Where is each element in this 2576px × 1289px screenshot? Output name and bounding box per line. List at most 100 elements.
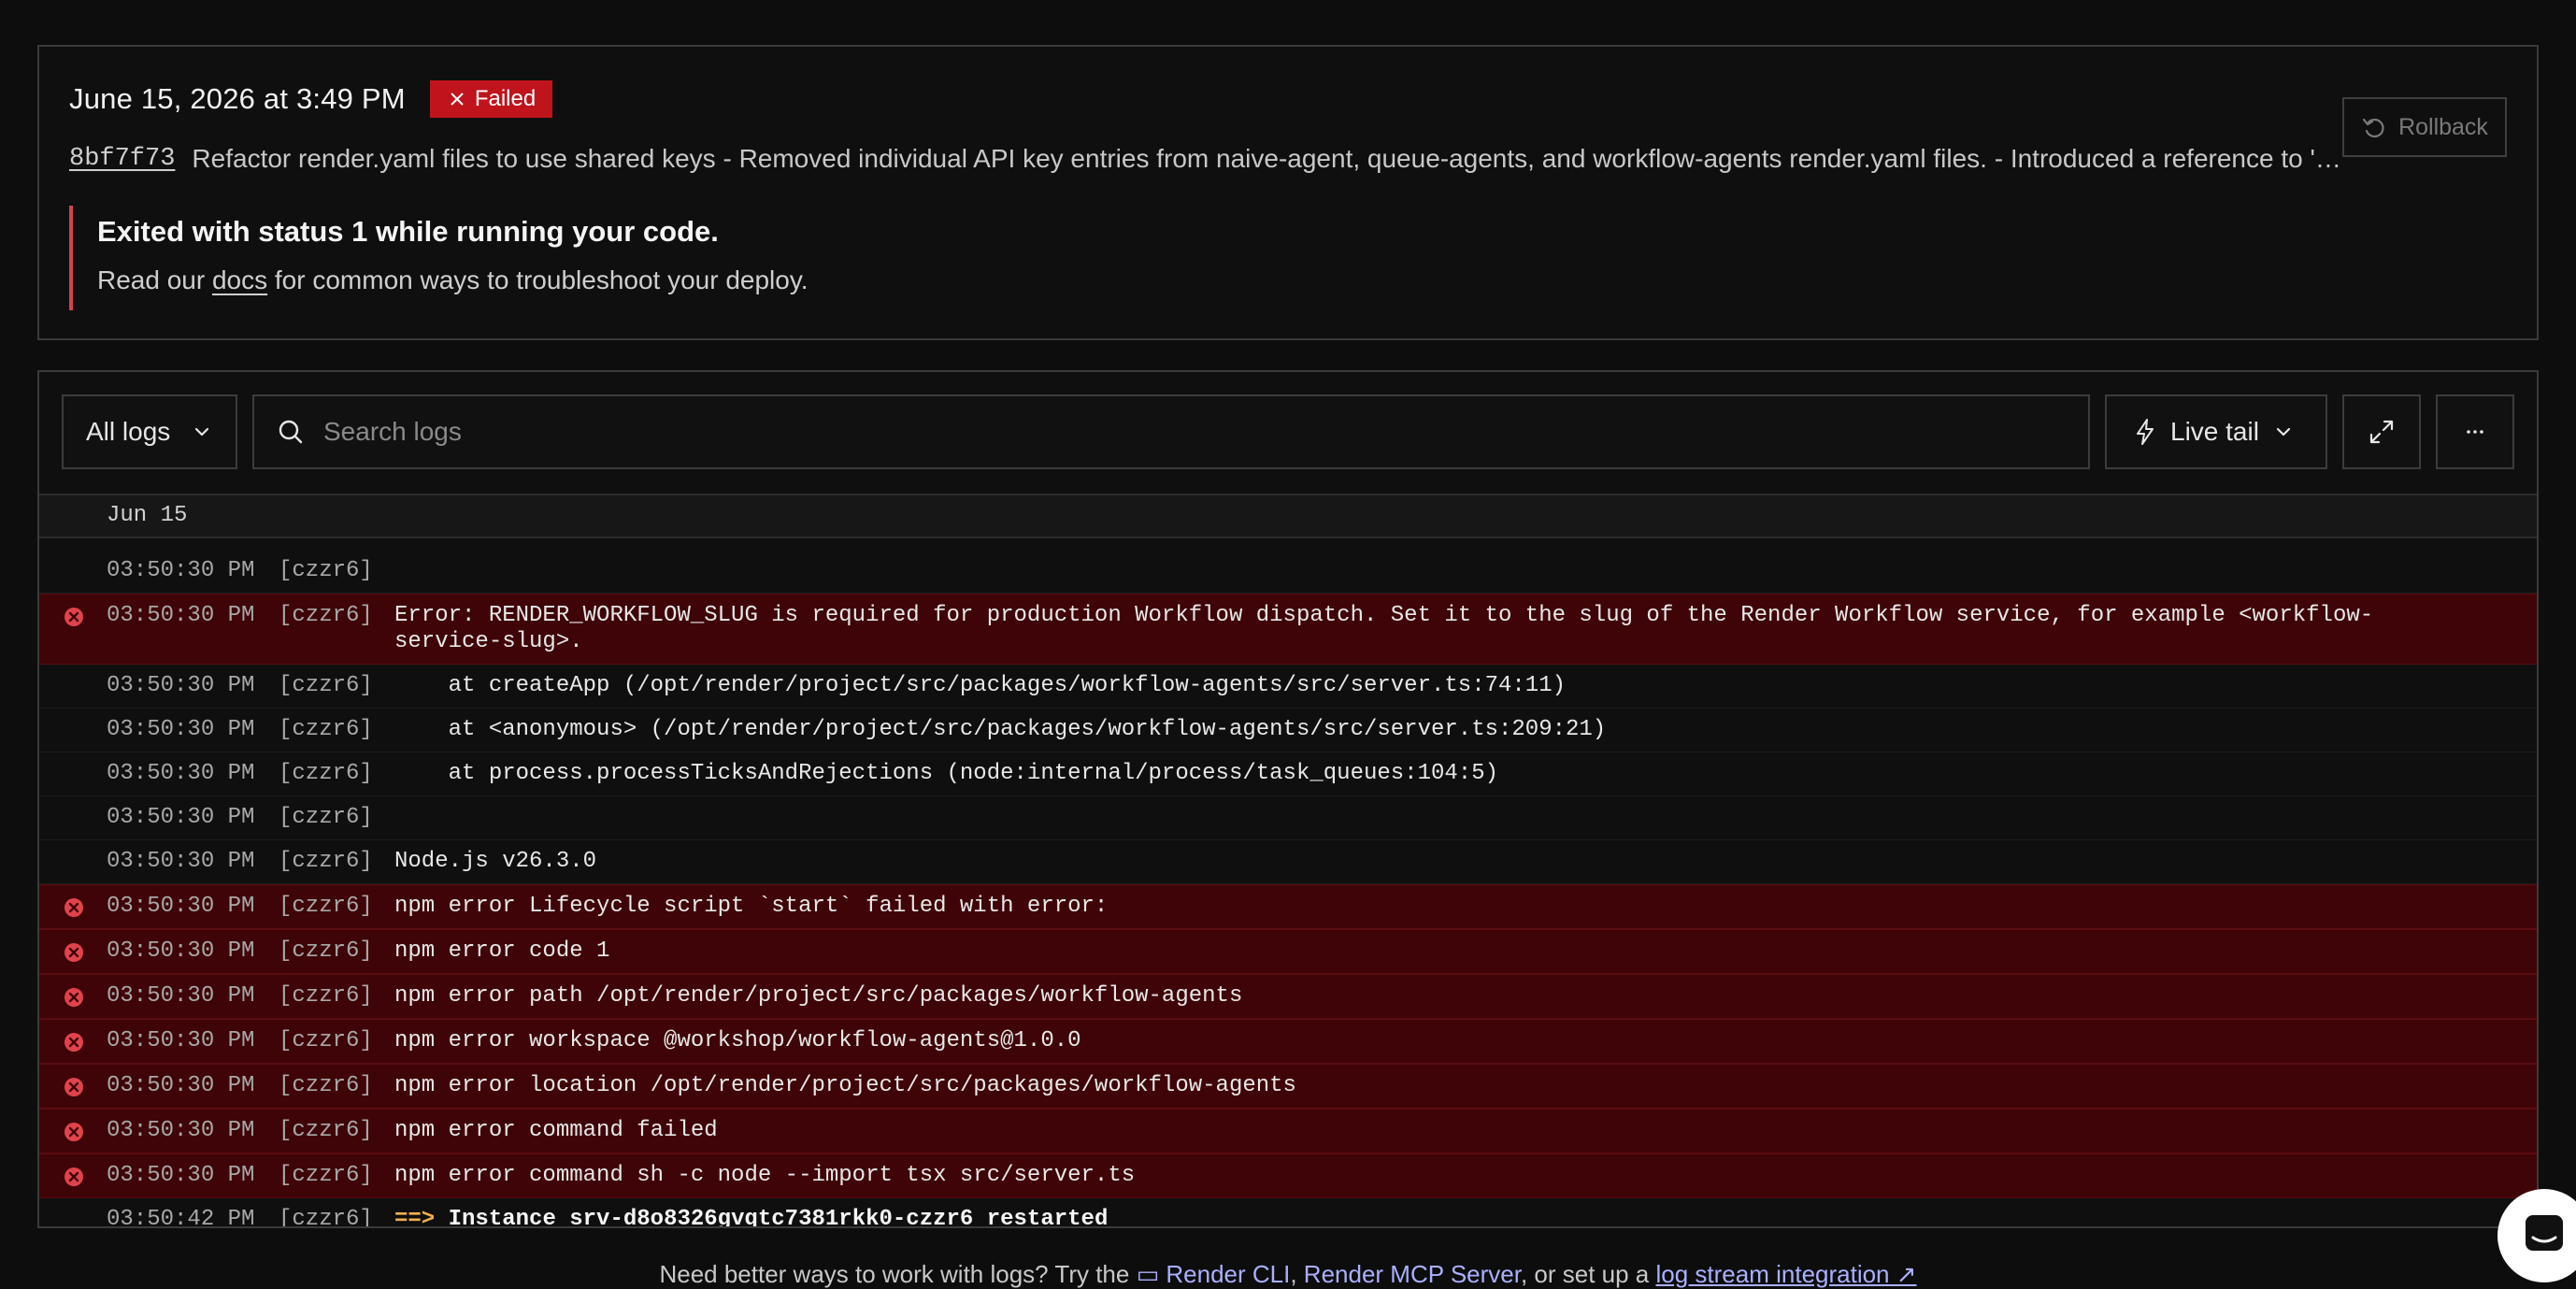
log-row-error: 03:50:30 PM [czzr6] npm error workspace @w… — [39, 1019, 2537, 1064]
deploy-date: June 15, 2026 at 3:49 PM — [69, 82, 406, 115]
log-timestamp: 03:50:30 PM — [107, 1028, 255, 1053]
log-instance: [czzr6] — [279, 983, 373, 1009]
footer-note: Need better ways to work with logs? Try … — [0, 1260, 2576, 1289]
log-message-text: npm error command sh -c node --import ts… — [394, 1163, 1136, 1188]
chevron-down-icon — [2276, 427, 2291, 437]
log-timestamp: 03:50:30 PM — [107, 761, 255, 786]
log-filter-label: All logs — [86, 417, 171, 446]
log-row-error: 03:50:30 PM [czzr6] npm error path /opt/re… — [39, 974, 2537, 1019]
log-message-text: npm error command failed — [394, 1118, 718, 1143]
log-message-text: npm error code 1 — [394, 938, 610, 964]
log-timestamp: 03:50:42 PM — [107, 1207, 255, 1228]
log-message-text: npm error Lifecycle script `start` faile… — [394, 894, 1109, 919]
log-timestamp: 03:50:30 PM — [107, 805, 255, 830]
log-arrow: ==> — [394, 1207, 436, 1228]
log-instance: [czzr6] — [279, 894, 373, 919]
error-desc-prefix: Read our — [97, 265, 212, 294]
error-icon — [64, 1123, 83, 1141]
log-timestamp: 03:50:30 PM — [107, 1118, 255, 1143]
error-icon — [64, 608, 83, 626]
error-desc-suffix: for common ways to troubleshoot your dep… — [267, 265, 809, 294]
search-box — [252, 394, 2090, 469]
external-link-icon: ↗ — [1889, 1260, 1917, 1288]
log-row: 03:50:30 PM [czzr6] — [39, 550, 2537, 594]
render-cli-link[interactable]: ▭ Render CLI — [1137, 1260, 1291, 1288]
log-list: 03:50:30 PM [czzr6] 03:50:30 PM [czzr6] Erro… — [39, 550, 2537, 1228]
log-row: 03:50:30 PM [czzr6] at <anonymous> (/opt/… — [39, 709, 2537, 752]
log-row-error: 03:50:30 PM [czzr6] npm error command fail… — [39, 1109, 2537, 1153]
deploy-header: June 15, 2026 at 3:49 PM Failed — [69, 80, 553, 118]
more-options-button[interactable] — [2436, 394, 2514, 469]
lightning-icon — [2137, 419, 2154, 445]
more-icon — [2467, 430, 2483, 434]
log-instance: [czzr6] — [279, 1207, 373, 1228]
expand-icon — [2369, 420, 2394, 444]
docs-link[interactable]: docs — [212, 265, 267, 294]
log-row-error: 03:50:30 PM [czzr6] Error: RENDER_WORKFLOW… — [39, 594, 2537, 665]
log-message: at <anonymous> (/opt/render/project/src/… — [394, 717, 2537, 743]
log-message-text: Instance srv-d8o8326gvqtc7381rkk0-czzr6 … — [448, 1207, 1109, 1228]
error-icon — [64, 1167, 83, 1186]
log-stream-link[interactable]: log stream integration ↗ — [1656, 1260, 1917, 1288]
log-message — [394, 805, 2537, 831]
log-timestamp: 03:50:30 PM — [107, 1073, 255, 1098]
log-message: npm error workspace @workshop/workflow-a… — [394, 1028, 2537, 1054]
fullscreen-button[interactable] — [2342, 394, 2421, 469]
log-message: npm error command failed — [394, 1118, 2537, 1144]
log-message-text: npm error path /opt/render/project/src/p… — [394, 983, 1243, 1009]
log-message: ==> Instance srv-d8o8326gvqtc7381rkk0-cz… — [394, 1207, 2537, 1228]
log-message: Error: RENDER_WORKFLOW_SLUG is required … — [394, 603, 2537, 655]
log-message: npm error code 1 — [394, 938, 2537, 965]
log-message: npm error location /opt/render/project/s… — [394, 1073, 2537, 1099]
error-callout: Exited with status 1 while running your … — [69, 206, 1191, 310]
log-instance: [czzr6] — [279, 849, 373, 874]
log-message: Node.js v26.3.0 — [394, 849, 2537, 875]
search-input[interactable] — [322, 416, 2066, 448]
error-icon — [64, 1033, 83, 1052]
log-message: npm error Lifecycle script `start` faile… — [394, 894, 2537, 920]
rollback-label: Rollback — [2398, 113, 2488, 140]
logs-panel: All logs Live tail — [37, 370, 2539, 1228]
status-label: Failed — [474, 86, 537, 111]
error-description: Read our docs for common ways to trouble… — [97, 265, 1191, 295]
terminal-icon: ▭ — [1136, 1260, 1166, 1288]
log-timestamp: 03:50:30 PM — [107, 673, 255, 698]
log-message: at createApp (/opt/render/project/src/pa… — [394, 673, 2537, 699]
search-icon — [279, 420, 303, 444]
log-message: npm error path /opt/render/project/src/p… — [394, 983, 2537, 1010]
log-filter-select[interactable]: All logs — [62, 394, 237, 469]
rollback-button[interactable]: Rollback — [2342, 97, 2507, 157]
render-cli-label: Render CLI — [1166, 1260, 1291, 1288]
log-message-text: Node.js v26.3.0 — [394, 849, 597, 874]
logs-toolbar: All logs Live tail — [62, 394, 2514, 469]
error-icon — [64, 898, 83, 917]
live-tail-button[interactable]: Live tail — [2105, 394, 2327, 469]
log-instance: [czzr6] — [279, 938, 373, 964]
log-row: 03:50:42 PM [czzr6] ==> Instance srv-d8o83… — [39, 1198, 2537, 1228]
close-icon — [451, 93, 464, 106]
log-row-error: 03:50:30 PM [czzr6] npm error location /op… — [39, 1064, 2537, 1109]
status-badge: Failed — [429, 80, 553, 118]
log-timestamp: 03:50:30 PM — [107, 894, 255, 919]
footer-prefix: Need better ways to work with logs? Try … — [659, 1260, 1137, 1288]
log-date-header: Jun 15 — [39, 494, 2537, 538]
log-message-text: Error: RENDER_WORKFLOW_SLUG is required … — [394, 603, 2374, 654]
live-tail-label: Live tail — [2170, 417, 2259, 446]
log-message-text: at process.processTicksAndRejections (no… — [394, 761, 1498, 786]
rollback-icon — [2362, 118, 2384, 138]
log-instance: [czzr6] — [279, 1073, 373, 1098]
footer-sep: , — [1290, 1260, 1304, 1288]
log-message-text: npm error location /opt/render/project/s… — [394, 1073, 1296, 1098]
log-message — [394, 558, 2537, 584]
error-title: Exited with status 1 while running your … — [97, 215, 719, 248]
error-icon — [64, 943, 83, 962]
log-timestamp: 03:50:30 PM — [107, 938, 255, 964]
log-instance: [czzr6] — [279, 805, 373, 830]
log-row-error: 03:50:30 PM [czzr6] npm error code 1 — [39, 929, 2537, 974]
log-row-error: 03:50:30 PM [czzr6] npm error command sh -… — [39, 1153, 2537, 1198]
render-mcp-link[interactable]: Render MCP Server — [1304, 1260, 1521, 1288]
log-timestamp: 03:50:30 PM — [107, 849, 255, 874]
log-timestamp: 03:50:30 PM — [107, 717, 255, 742]
log-message-text: at createApp (/opt/render/project/src/pa… — [394, 673, 1567, 698]
commit-hash-link[interactable]: 8bf7f73 — [69, 145, 175, 173]
